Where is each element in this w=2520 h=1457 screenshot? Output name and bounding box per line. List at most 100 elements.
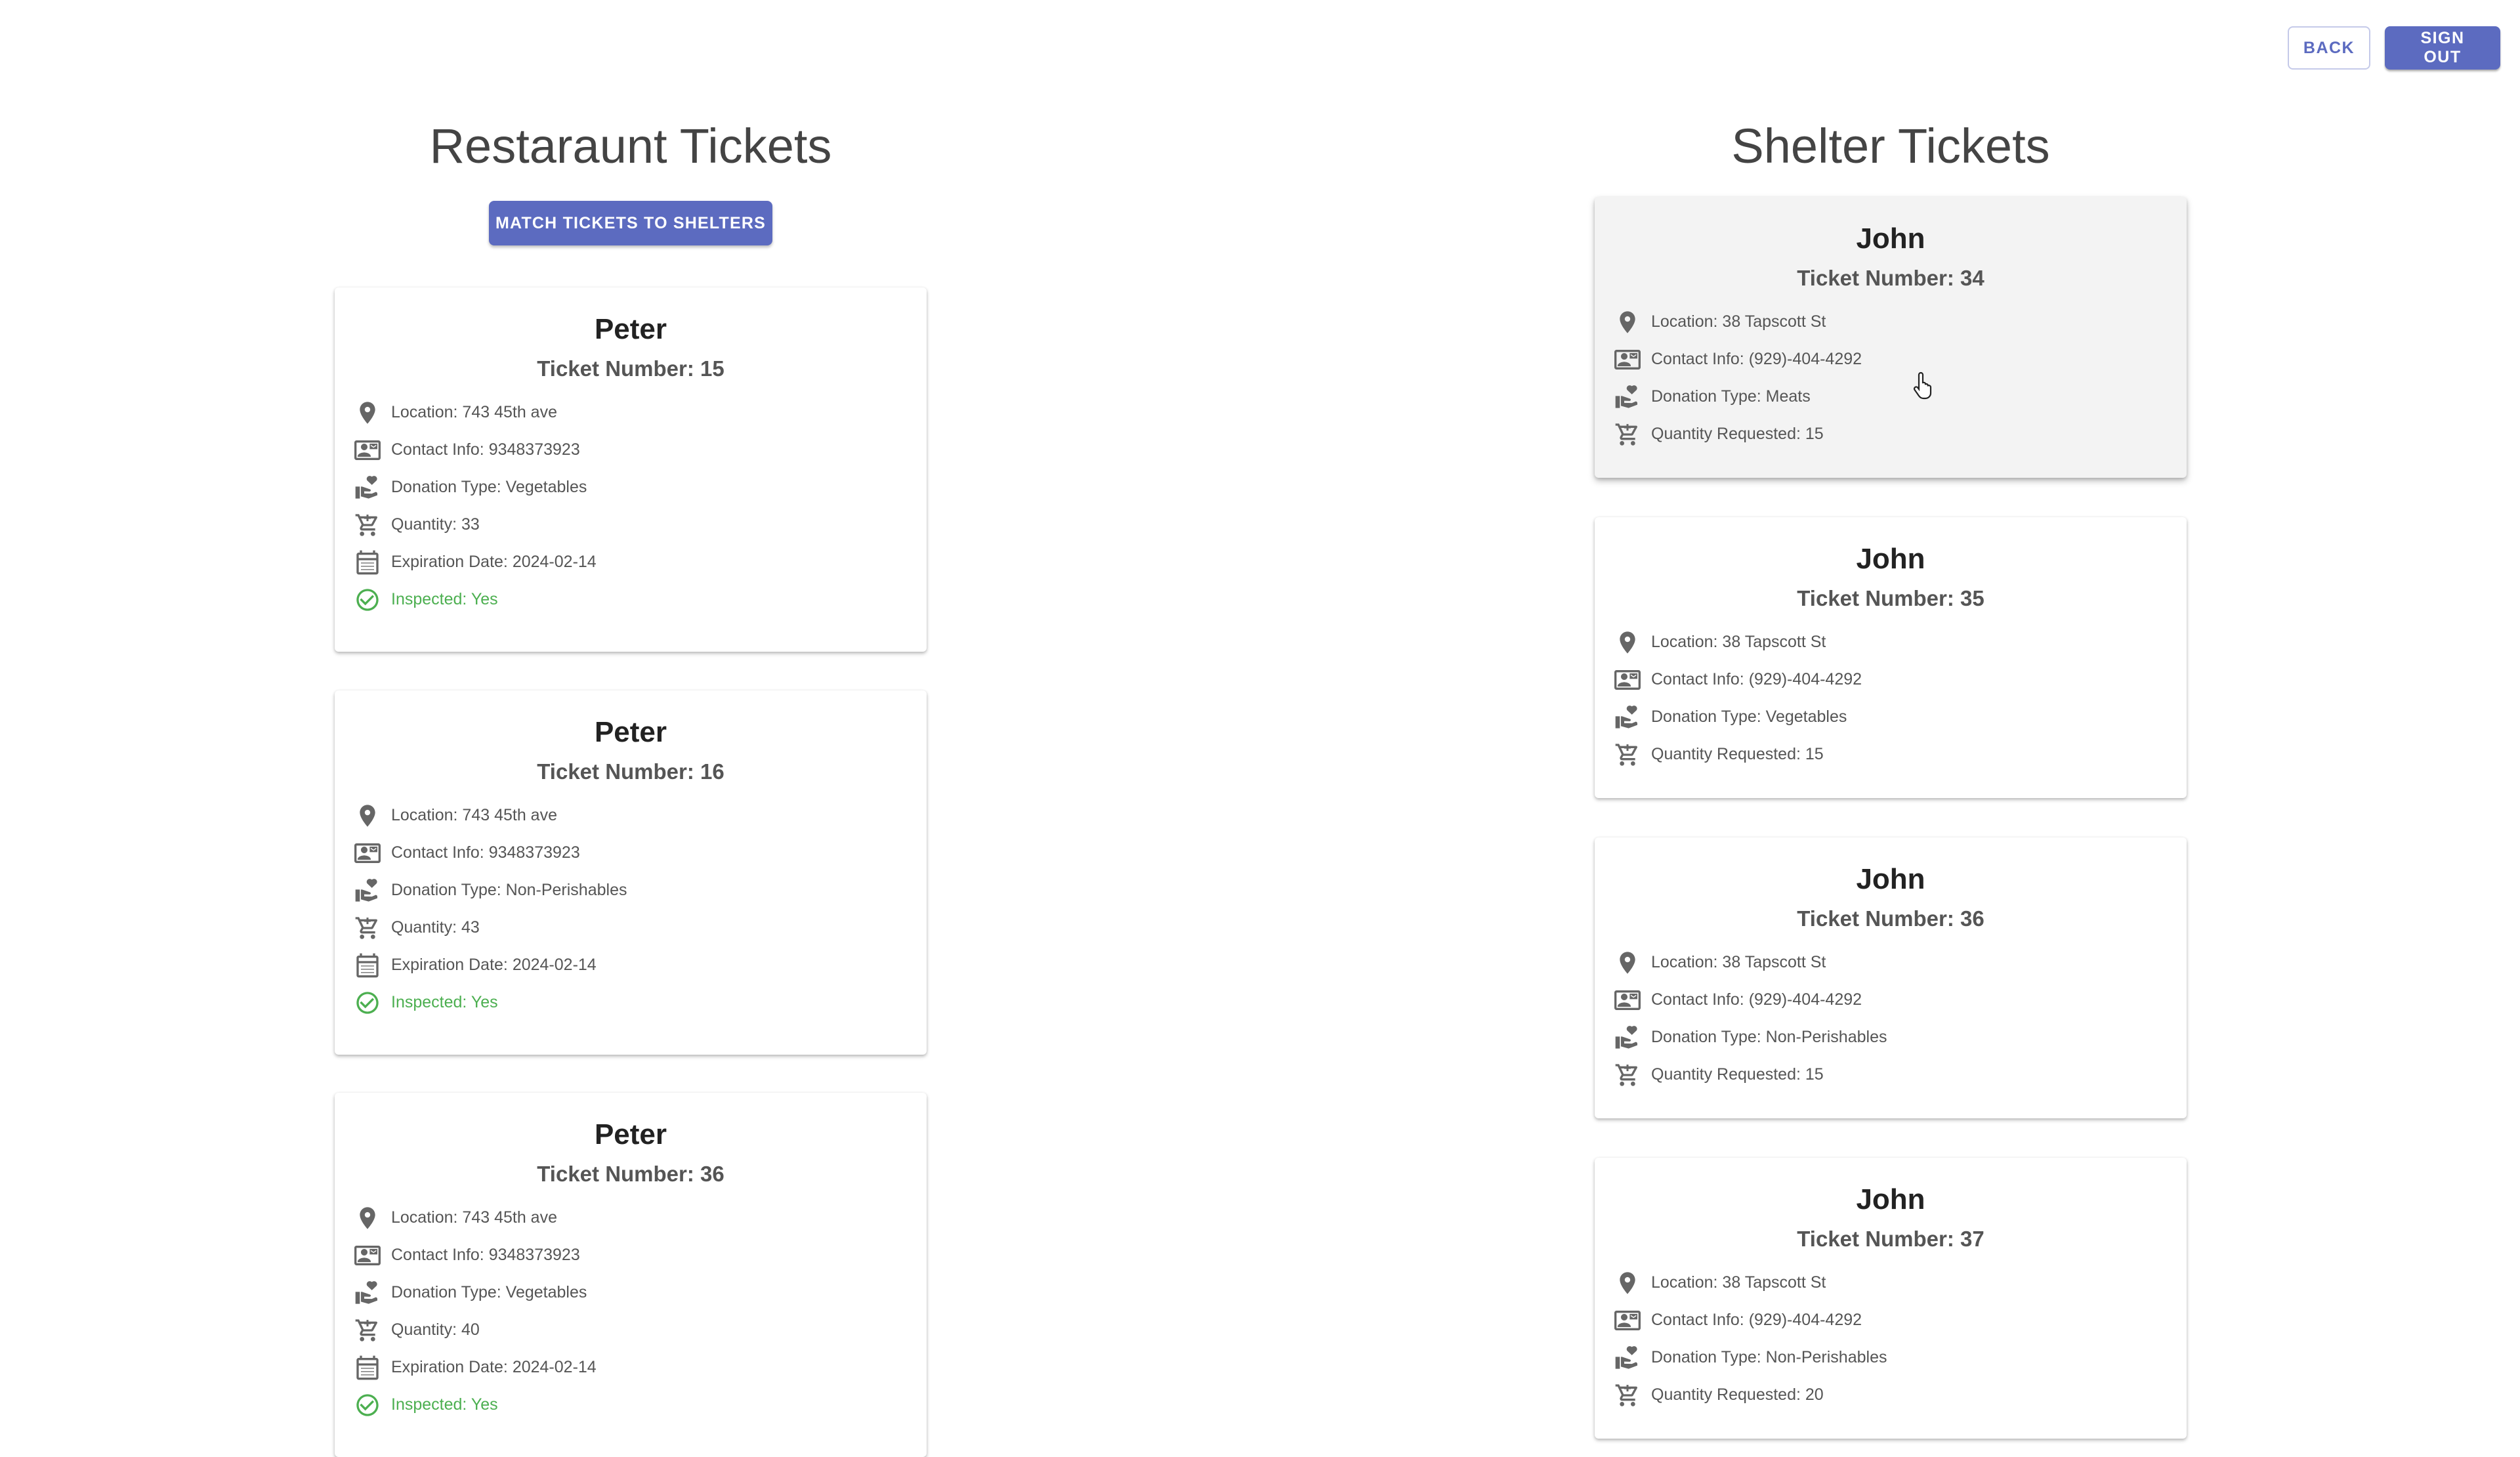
match-tickets-button[interactable]: MATCH TICKETS TO SHELTERS <box>489 201 772 245</box>
donation-type-row-text: Donation Type: Vegetables <box>1651 707 1847 726</box>
location-row: Location: 38 Tapscott St <box>1614 623 2167 661</box>
shopping-cart-icon <box>1614 742 1641 768</box>
ticket-owner-name: Peter <box>594 716 667 748</box>
shopping-cart-icon <box>1614 421 1641 448</box>
location-pin-icon <box>1614 950 1641 976</box>
location-row-text: Location: 38 Tapscott St <box>1651 312 1826 331</box>
ticket-number: Ticket Number: 36 <box>537 1162 724 1186</box>
ticket-number: Ticket Number: 37 <box>1797 1227 1984 1251</box>
location-row: Location: 743 45th ave <box>354 1199 907 1236</box>
expiration-row-text: Expiration Date: 2024-02-14 <box>391 956 597 974</box>
contact-row-text: Contact Info: 9348373923 <box>391 1246 580 1264</box>
volunteer-hand-icon <box>1614 1024 1641 1051</box>
donation-type-row: Donation Type: Vegetables <box>354 469 907 506</box>
expiration-row: Expiration Date: 2024-02-14 <box>354 1349 907 1386</box>
donation-type-row-text: Donation Type: Non-Perishables <box>1651 1348 1887 1366</box>
volunteer-hand-icon <box>354 475 381 501</box>
expiration-row: Expiration Date: 2024-02-14 <box>354 946 907 984</box>
quantity-row-text: Quantity Requested: 15 <box>1651 745 1824 763</box>
location-row: Location: 38 Tapscott St <box>1614 303 2167 341</box>
quantity-row: Quantity Requested: 15 <box>1614 1056 2167 1093</box>
contact-row-text: Contact Info: (929)-404-4292 <box>1651 990 1862 1009</box>
donation-type-row: Donation Type: Non-Perishables <box>354 872 907 909</box>
donation-type-row-text: Donation Type: Vegetables <box>391 478 587 496</box>
volunteer-hand-icon <box>354 877 381 904</box>
quantity-row-text: Quantity: 33 <box>391 515 480 534</box>
shopping-cart-icon <box>354 915 381 941</box>
contact-card-icon <box>354 840 381 866</box>
quantity-row-text: Quantity Requested: 15 <box>1651 425 1824 443</box>
contact-row-text: Contact Info: 9348373923 <box>391 843 580 862</box>
restaurant-tickets-title: Restaraunt Tickets <box>429 119 832 173</box>
shelter-tickets-title: Shelter Tickets <box>1731 119 2050 173</box>
shelter-ticket-card[interactable]: John Ticket Number: 37 Location: 38 Tapsco… <box>1595 1158 2187 1439</box>
back-button[interactable]: BACK <box>2288 26 2370 70</box>
quantity-row: Quantity Requested: 15 <box>1614 736 2167 773</box>
calendar-icon <box>354 952 381 979</box>
contact-row: Contact Info: 9348373923 <box>354 834 907 872</box>
donation-type-row: Donation Type: Vegetables <box>1614 698 2167 736</box>
ticket-number: Ticket Number: 15 <box>537 356 724 381</box>
shelter-ticket-card[interactable]: John Ticket Number: 34 Location: 38 Tapsco… <box>1595 197 2187 478</box>
contact-row-text: Contact Info: (929)-404-4292 <box>1651 1311 1862 1329</box>
inspected-row: Inspected: Yes <box>354 581 907 618</box>
location-pin-icon <box>354 1205 381 1231</box>
shelter-ticket-card[interactable]: John Ticket Number: 35 Location: 38 Tapsco… <box>1595 517 2187 798</box>
ticket-owner-name: Peter <box>594 1118 667 1151</box>
expiration-row-text: Expiration Date: 2024-02-14 <box>391 553 597 571</box>
check-circle-icon <box>354 990 381 1016</box>
expiration-row-text: Expiration Date: 2024-02-14 <box>391 1358 597 1376</box>
sign-out-button[interactable]: SIGN OUT <box>2385 26 2500 70</box>
check-circle-icon <box>354 1392 381 1418</box>
volunteer-hand-icon <box>1614 704 1641 730</box>
restaurant-ticket-card[interactable]: Peter Ticket Number: 15 Location: 743 45th… <box>335 287 927 652</box>
donation-type-row-text: Donation Type: Non-Perishables <box>1651 1028 1887 1046</box>
contact-row: Contact Info: (929)-404-4292 <box>1614 661 2167 698</box>
inspected-row-text: Inspected: Yes <box>391 1395 498 1414</box>
location-row: Location: 743 45th ave <box>354 394 907 431</box>
inspected-row: Inspected: Yes <box>354 1386 907 1424</box>
shopping-cart-icon <box>354 1317 381 1343</box>
contact-row: Contact Info: 9348373923 <box>354 1236 907 1274</box>
quantity-row-text: Quantity: 43 <box>391 918 480 937</box>
location-row: Location: 38 Tapscott St <box>1614 1264 2167 1301</box>
location-row: Location: 38 Tapscott St <box>1614 944 2167 981</box>
quantity-row: Quantity: 43 <box>354 909 907 946</box>
location-row-text: Location: 38 Tapscott St <box>1651 953 1826 971</box>
quantity-row-text: Quantity Requested: 15 <box>1651 1065 1824 1084</box>
ticket-owner-name: John <box>1856 222 1925 255</box>
donation-type-row: Donation Type: Non-Perishables <box>1614 1339 2167 1376</box>
restaurant-ticket-card[interactable]: Peter Ticket Number: 16 Location: 743 45th… <box>335 690 927 1055</box>
location-row: Location: 743 45th ave <box>354 797 907 834</box>
contact-row: Contact Info: (929)-404-4292 <box>1614 981 2167 1019</box>
contact-card-icon <box>354 1242 381 1269</box>
top-toolbar: BACK SIGN OUT <box>2288 26 2500 70</box>
quantity-row-text: Quantity: 40 <box>391 1320 480 1339</box>
ticket-number: Ticket Number: 35 <box>1797 586 1984 610</box>
contact-row-text: Contact Info: (929)-404-4292 <box>1651 350 1862 368</box>
contact-card-icon <box>1614 1307 1641 1334</box>
restaurant-ticket-card[interactable]: Peter Ticket Number: 36 Location: 743 45th… <box>335 1093 927 1457</box>
expiration-row: Expiration Date: 2024-02-14 <box>354 543 907 581</box>
calendar-icon <box>354 1355 381 1381</box>
shopping-cart-icon <box>1614 1062 1641 1088</box>
volunteer-hand-icon <box>1614 384 1641 410</box>
location-pin-icon <box>354 400 381 426</box>
donation-type-row: Donation Type: Vegetables <box>354 1274 907 1311</box>
contact-row-text: Contact Info: (929)-404-4292 <box>1651 670 1862 688</box>
shopping-cart-icon <box>354 512 381 538</box>
donation-type-row: Donation Type: Non-Perishables <box>1614 1019 2167 1056</box>
ticket-owner-name: John <box>1856 543 1925 575</box>
ticket-number: Ticket Number: 36 <box>1797 906 1984 931</box>
location-pin-icon <box>1614 309 1641 335</box>
location-pin-icon <box>1614 629 1641 656</box>
shopping-cart-icon <box>1614 1382 1641 1408</box>
location-row-text: Location: 38 Tapscott St <box>1651 1273 1826 1292</box>
ticket-owner-name: John <box>1856 863 1925 895</box>
location-row-text: Location: 38 Tapscott St <box>1651 633 1826 651</box>
donation-type-row-text: Donation Type: Vegetables <box>391 1283 587 1301</box>
location-pin-icon <box>354 803 381 829</box>
check-circle-icon <box>354 587 381 613</box>
calendar-icon <box>354 549 381 576</box>
shelter-ticket-card[interactable]: John Ticket Number: 36 Location: 38 Tapsco… <box>1595 837 2187 1118</box>
